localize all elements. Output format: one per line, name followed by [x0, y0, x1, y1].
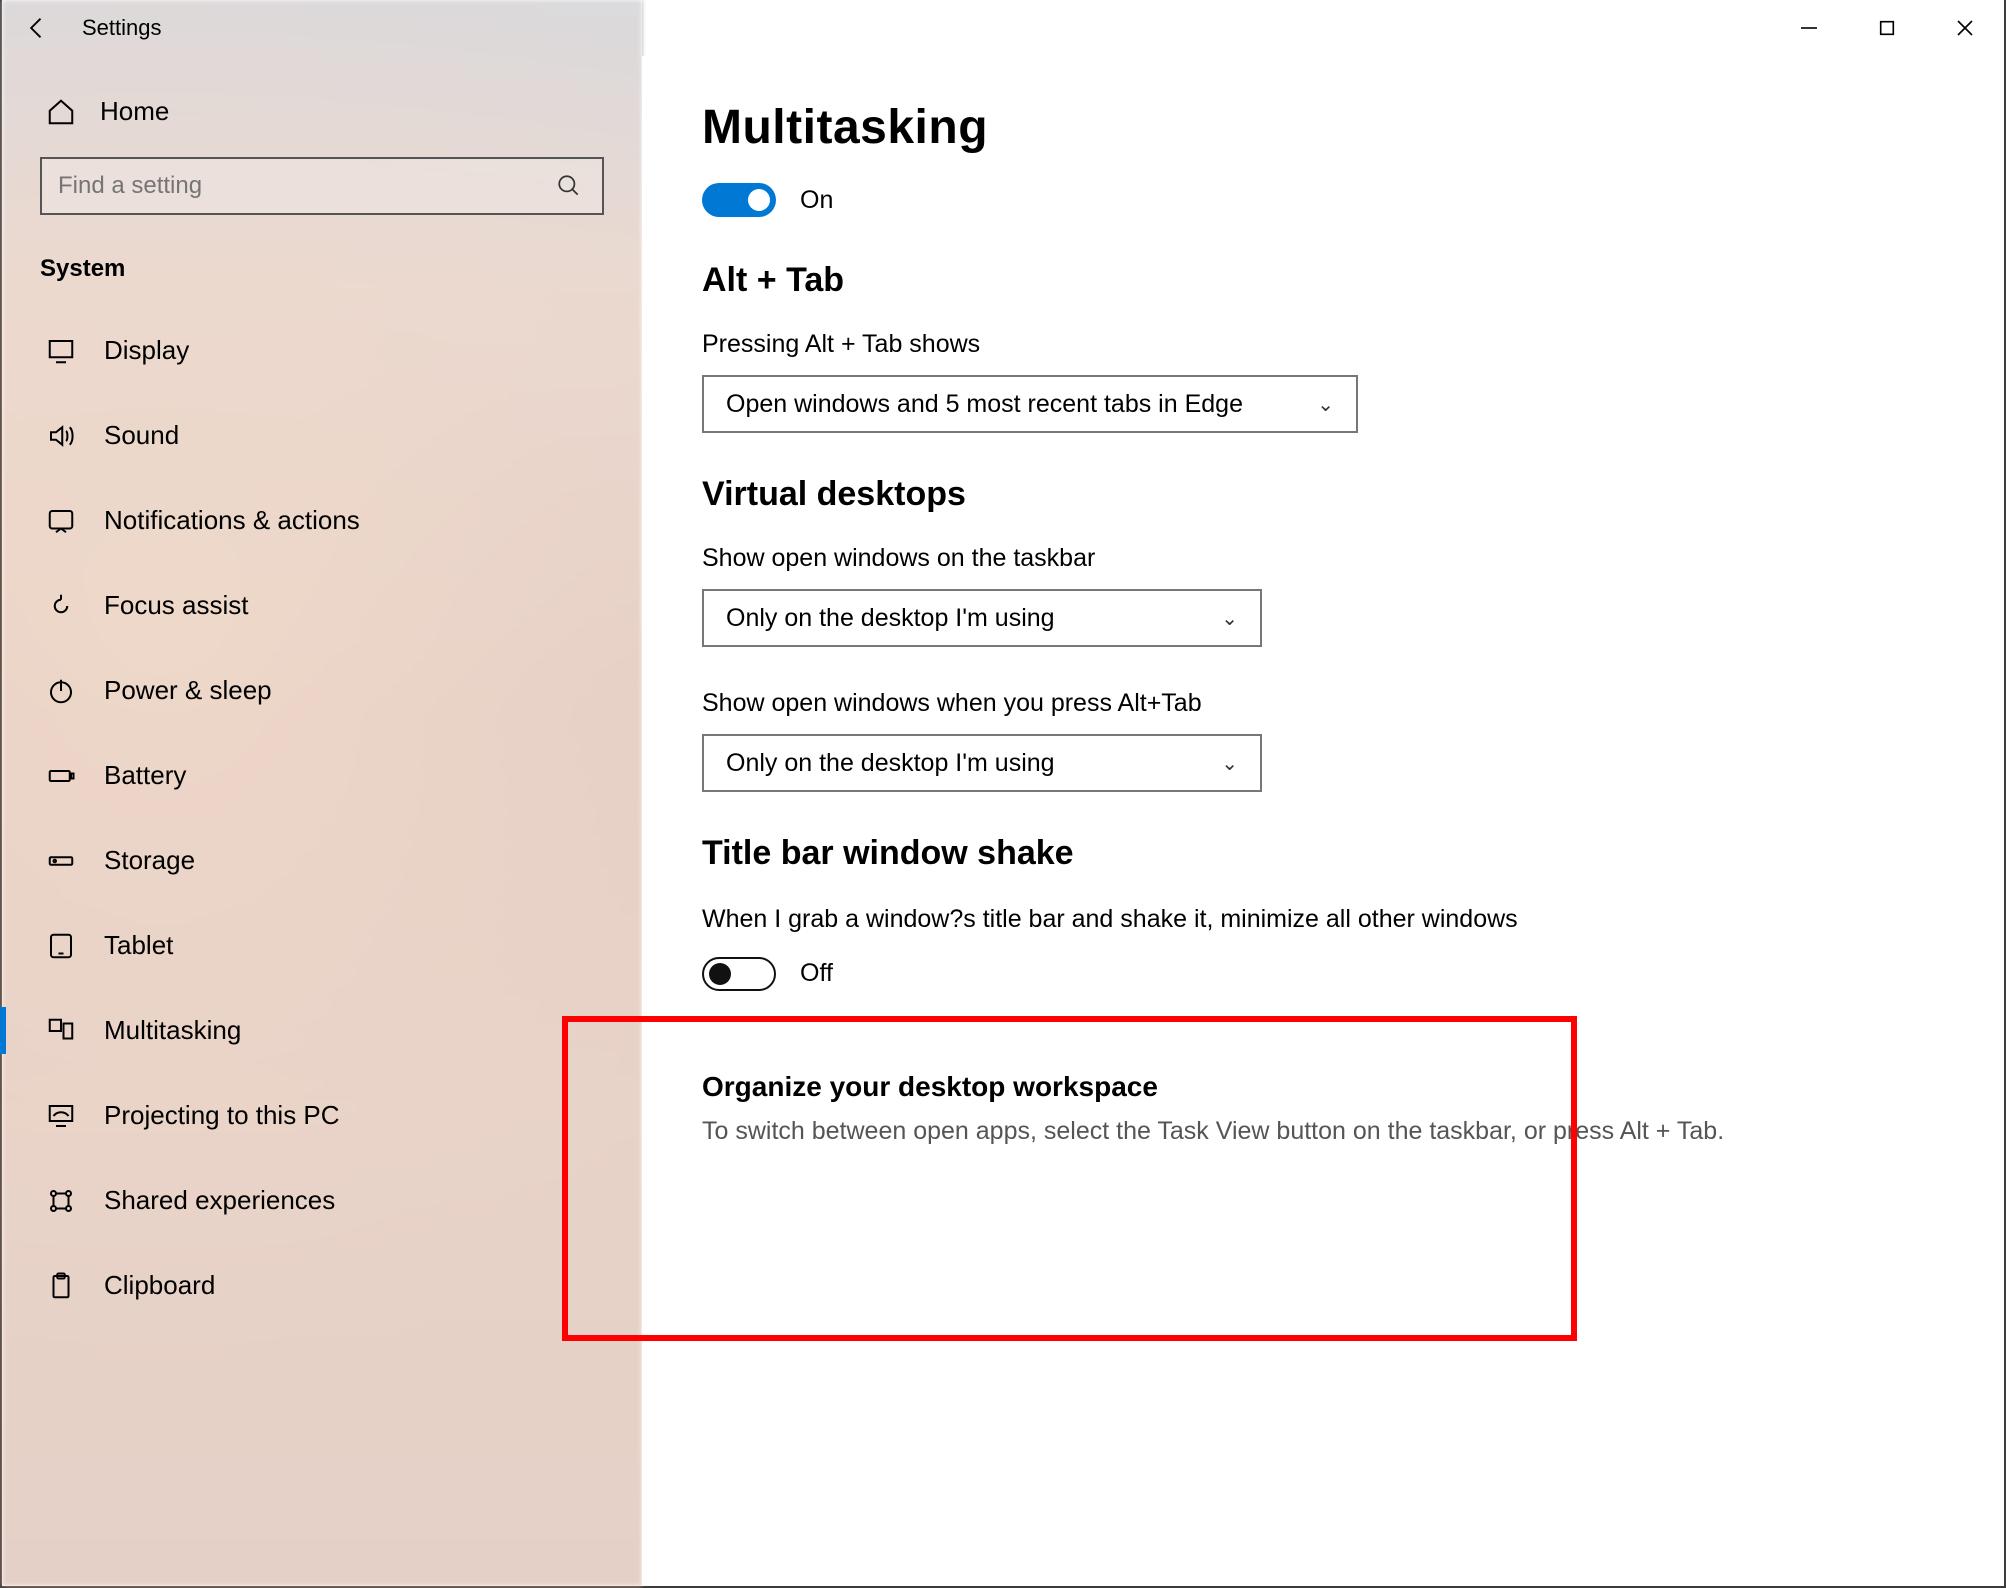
virtual-desktops-heading: Virtual desktops: [702, 475, 1944, 514]
shared-experiences-icon: [44, 1186, 78, 1216]
sidebar-item-multitasking[interactable]: Multitasking: [40, 999, 604, 1062]
sidebar-item-label: Projecting to this PC: [104, 1100, 340, 1131]
page-title: Multitasking: [702, 100, 1944, 155]
vdesktops-alttab-dropdown[interactable]: Only on the desktop I'm using ⌄: [702, 734, 1262, 792]
dropdown-value: Open windows and 5 most recent tabs in E…: [726, 390, 1243, 419]
shake-toggle[interactable]: [702, 957, 776, 991]
category-label: System: [40, 255, 604, 283]
power-icon: [44, 676, 78, 706]
app-title: Settings: [72, 15, 162, 41]
sidebar-item-power-sleep[interactable]: Power & sleep: [40, 659, 604, 722]
sidebar-item-clipboard[interactable]: Clipboard: [40, 1254, 604, 1317]
multitasking-icon: [44, 1016, 78, 1046]
sidebar-item-label: Clipboard: [104, 1270, 215, 1301]
shake-heading: Title bar window shake: [702, 834, 1944, 873]
vdesktops-taskbar-label: Show open windows on the taskbar: [702, 544, 1944, 573]
sidebar-item-label: Display: [104, 335, 189, 366]
sidebar-item-sound[interactable]: Sound: [40, 404, 604, 467]
search-input[interactable]: [58, 172, 477, 200]
window-controls: [1770, 0, 2004, 56]
alttab-shows-label: Pressing Alt + Tab shows: [702, 330, 1944, 359]
minimize-button[interactable]: [1770, 0, 1848, 56]
shake-description: When I grab a window?s title bar and sha…: [702, 903, 1522, 937]
workspace-sub: To switch between open apps, select the …: [702, 1117, 1902, 1146]
dropdown-value: Only on the desktop I'm using: [726, 604, 1055, 633]
vdesktops-alttab-label: Show open windows when you press Alt+Tab: [702, 689, 1944, 718]
shake-toggle-label: Off: [800, 959, 833, 988]
home-nav[interactable]: Home: [40, 86, 604, 157]
clipboard-icon: [44, 1271, 78, 1301]
chevron-down-icon: ⌄: [1221, 606, 1238, 631]
alttab-shows-dropdown[interactable]: Open windows and 5 most recent tabs in E…: [702, 375, 1358, 433]
titlebar: Settings: [2, 0, 2004, 56]
sidebar-item-label: Sound: [104, 420, 179, 451]
back-button[interactable]: [2, 0, 72, 56]
sidebar-item-storage[interactable]: Storage: [40, 829, 604, 892]
sidebar-item-label: Storage: [104, 845, 195, 876]
sidebar-item-tablet[interactable]: Tablet: [40, 914, 604, 977]
sidebar-item-label: Shared experiences: [104, 1185, 335, 1216]
sidebar-item-label: Battery: [104, 760, 186, 791]
notifications-icon: [44, 506, 78, 536]
sidebar-item-label: Notifications & actions: [104, 505, 360, 536]
sidebar-item-battery[interactable]: Battery: [40, 744, 604, 807]
alttab-heading: Alt + Tab: [702, 261, 1944, 300]
close-button[interactable]: [1926, 0, 2004, 56]
battery-icon: [44, 761, 78, 791]
storage-icon: [44, 846, 78, 876]
chevron-down-icon: ⌄: [1221, 751, 1238, 776]
sidebar-item-notifications[interactable]: Notifications & actions: [40, 489, 604, 552]
sidebar-item-label: Focus assist: [104, 590, 249, 621]
sidebar-item-display[interactable]: Display: [40, 319, 604, 382]
sidebar-item-label: Tablet: [104, 930, 173, 961]
multitasking-master-toggle[interactable]: [702, 183, 776, 217]
sidebar-item-shared-experiences[interactable]: Shared experiences: [40, 1169, 604, 1232]
search-box[interactable]: [40, 157, 604, 215]
focus-assist-icon: [44, 591, 78, 621]
search-icon: [556, 173, 582, 199]
sidebar: Home System Display Sound Notifications …: [2, 56, 642, 1586]
sidebar-item-focus-assist[interactable]: Focus assist: [40, 574, 604, 637]
content-pane: Multitasking On Alt + Tab Pressing Alt +…: [642, 56, 2004, 1586]
display-icon: [44, 336, 78, 366]
tablet-icon: [44, 931, 78, 961]
chevron-down-icon: ⌄: [1317, 392, 1334, 417]
maximize-button[interactable]: [1848, 0, 1926, 56]
vdesktops-taskbar-dropdown[interactable]: Only on the desktop I'm using ⌄: [702, 589, 1262, 647]
sidebar-item-projecting[interactable]: Projecting to this PC: [40, 1084, 604, 1147]
dropdown-value: Only on the desktop I'm using: [726, 749, 1055, 778]
annotation-highlight: [562, 1016, 1577, 1341]
sidebar-item-label: Power & sleep: [104, 675, 272, 706]
sidebar-item-label: Multitasking: [104, 1015, 241, 1046]
sound-icon: [44, 421, 78, 451]
multitasking-master-toggle-label: On: [800, 186, 833, 215]
home-icon: [44, 97, 78, 127]
workspace-heading: Organize your desktop workspace: [702, 1071, 1944, 1103]
projecting-icon: [44, 1101, 78, 1131]
home-label: Home: [100, 96, 169, 127]
